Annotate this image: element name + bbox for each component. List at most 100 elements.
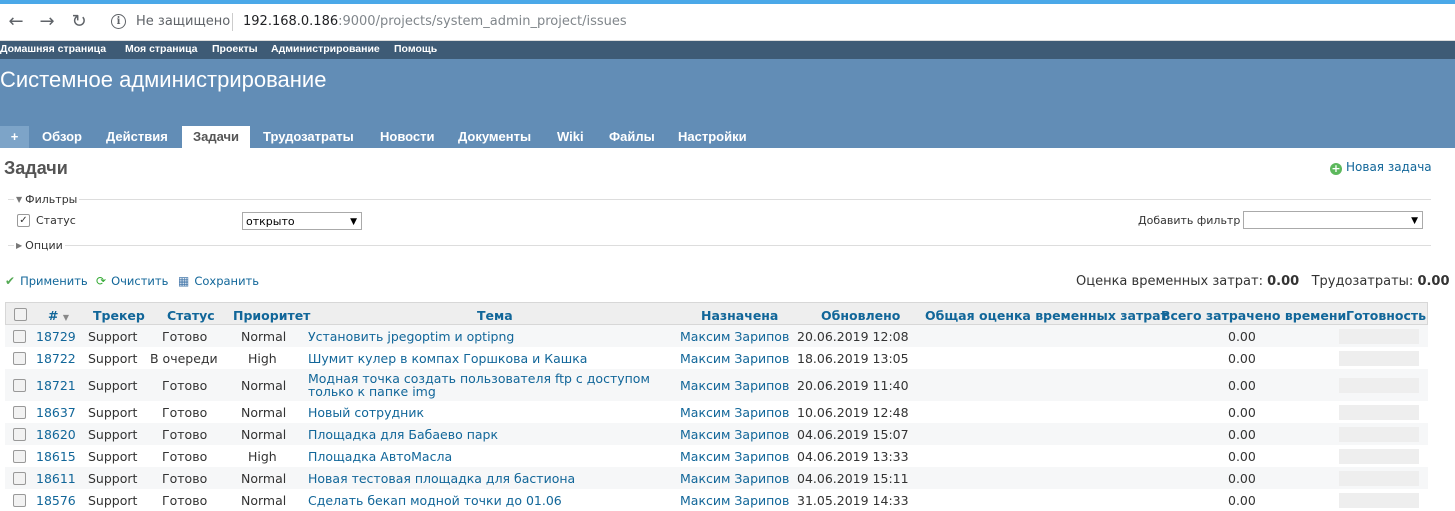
issue-assignee-link[interactable]: Максим Зарипов: [680, 351, 789, 366]
tab-files[interactable]: Файлы: [609, 126, 655, 148]
table-row[interactable]: 18721 Support Готово Normal Модная точка…: [5, 369, 1428, 401]
row-checkbox[interactable]: [13, 352, 26, 365]
tab-overview[interactable]: Обзор: [42, 126, 82, 148]
tab-documents[interactable]: Документы: [458, 126, 531, 148]
issue-assignee-link[interactable]: Максим Зарипов: [680, 405, 789, 420]
row-checkbox[interactable]: [13, 494, 26, 507]
issue-assignee-link[interactable]: Максим Зарипов: [680, 329, 789, 344]
row-checkbox[interactable]: [13, 330, 26, 343]
save-query-button[interactable]: ▦ Сохранить: [178, 274, 259, 288]
tab-news[interactable]: Новости: [380, 126, 435, 148]
options-legend[interactable]: ▶ Опции: [14, 239, 65, 252]
forward-arrow-icon[interactable]: →: [37, 12, 57, 32]
issue-spent-time: 0.00: [1228, 449, 1256, 464]
row-checkbox[interactable]: [13, 406, 26, 419]
top-menu-projects[interactable]: Проекты: [212, 43, 258, 55]
tab-issues[interactable]: Задачи: [182, 126, 250, 148]
row-checkbox[interactable]: [13, 379, 26, 392]
insecure-label[interactable]: Не защищено: [136, 14, 230, 29]
row-checkbox[interactable]: [13, 428, 26, 441]
address-bar[interactable]: 192.168.0.186:9000/projects/system_admin…: [243, 14, 627, 29]
issue-id-link[interactable]: 18620: [36, 427, 76, 442]
issue-status: Готово: [162, 449, 208, 464]
table-row[interactable]: 18637 Support Готово Normal Новый сотруд…: [5, 401, 1428, 423]
issue-status: В очереди: [150, 351, 218, 366]
top-menu-administration[interactable]: Администрирование: [271, 43, 380, 55]
dropdown-arrow-icon: ▼: [350, 217, 357, 227]
status-filter-checkbox[interactable]: ✓: [17, 214, 30, 227]
clear-button[interactable]: ⟳ Очистить: [96, 274, 168, 288]
project-header: Системное администрирование + Обзор Дейс…: [0, 59, 1455, 148]
issue-id-link[interactable]: 18637: [36, 405, 76, 420]
url-path: :9000/projects/system_admin_project/issu…: [338, 14, 627, 29]
issue-subject-link[interactable]: Площадка АвтоМасла: [308, 450, 653, 463]
row-checkbox[interactable]: [13, 472, 26, 485]
issue-id-link[interactable]: 18729: [36, 329, 76, 344]
issue-assignee-link[interactable]: Максим Зарипов: [680, 471, 789, 486]
done-ratio-progress-bar: [1339, 493, 1419, 508]
reload-icon[interactable]: ↻: [69, 12, 89, 32]
column-header-priority[interactable]: Приоритет: [233, 308, 310, 323]
issue-subject-link[interactable]: Модная точка создать пользователя ftp с …: [308, 372, 653, 398]
done-ratio-progress-bar: [1339, 405, 1419, 420]
clear-label: Очистить: [111, 274, 169, 288]
add-filter-label: Добавить фильтр: [1138, 214, 1241, 227]
add-filter-select[interactable]: ▼: [1243, 211, 1423, 229]
issue-assignee-link[interactable]: Максим Зарипов: [680, 493, 789, 508]
top-menu-my-page[interactable]: Моя страница: [125, 43, 198, 55]
issue-subject-link[interactable]: Шумит кулер в компах Горшкова и Кашка: [308, 352, 653, 365]
issue-priority: High: [248, 449, 277, 464]
issue-id-link[interactable]: 18611: [36, 471, 76, 486]
issue-priority: Normal: [241, 493, 287, 508]
estimated-hours-value: 0.00: [1267, 274, 1300, 289]
column-header-spent-time[interactable]: Всего затрачено времени: [1161, 308, 1346, 323]
row-checkbox[interactable]: [13, 450, 26, 463]
table-row[interactable]: 18722 Support В очереди High Шумит кулер…: [5, 347, 1428, 369]
tab-new-object[interactable]: +: [0, 126, 29, 148]
select-all-checkbox[interactable]: [14, 308, 27, 321]
table-row[interactable]: 18729 Support Готово Normal Установить j…: [5, 325, 1428, 347]
column-header-subject[interactable]: Тема: [477, 308, 513, 323]
top-menu-help[interactable]: Помощь: [394, 43, 437, 55]
column-header-tracker[interactable]: Трекер: [93, 308, 145, 323]
issue-id-link[interactable]: 18576: [36, 493, 76, 508]
issue-id-link[interactable]: 18722: [36, 351, 76, 366]
column-header-status[interactable]: Статус: [167, 308, 215, 323]
column-header-assignee[interactable]: Назначена: [701, 308, 778, 323]
back-arrow-icon[interactable]: ←: [6, 12, 26, 32]
status-filter-select[interactable]: открыто ▼: [242, 212, 362, 230]
issue-tracker: Support: [88, 378, 138, 393]
issue-subject-link[interactable]: Установить jpegoptim и optipng: [308, 330, 653, 343]
issue-subject-link[interactable]: Площадка для Бабаево парк: [308, 428, 653, 441]
issue-subject-link[interactable]: Новый сотрудник: [308, 406, 653, 419]
new-issue-link[interactable]: + Новая задача: [1330, 160, 1432, 175]
issue-subject-link[interactable]: Сделать бекап модной точки до 01.06: [308, 494, 653, 507]
table-row[interactable]: 18620 Support Готово Normal Площадка для…: [5, 423, 1428, 445]
issue-assignee-link[interactable]: Максим Зарипов: [680, 449, 789, 464]
issue-assignee-link[interactable]: Максим Зарипов: [680, 378, 789, 393]
options-legend-label: Опции: [25, 239, 63, 252]
issue-assignee-link[interactable]: Максим Зарипов: [680, 427, 789, 442]
issue-id-link[interactable]: 18721: [36, 378, 76, 393]
column-header-done-ratio[interactable]: Готовность: [1346, 308, 1426, 323]
issue-subject-link[interactable]: Новая тестовая площадка для бастиона: [308, 472, 653, 485]
column-header-id[interactable]: # ▼: [48, 308, 69, 323]
tab-time-entries[interactable]: Трудозатраты: [263, 126, 354, 148]
column-header-total-estimated[interactable]: Общая оценка временных затрат: [925, 308, 1168, 323]
top-menu-home[interactable]: Домашняя страница: [0, 43, 106, 55]
apply-label: Применить: [20, 274, 88, 288]
info-icon[interactable]: i: [111, 14, 126, 29]
issue-id-link[interactable]: 18615: [36, 449, 76, 464]
table-row[interactable]: 18576 Support Готово Normal Сделать бека…: [5, 489, 1428, 511]
tab-activity[interactable]: Действия: [106, 126, 168, 148]
apply-button[interactable]: ✔ Применить: [5, 274, 88, 288]
tab-settings[interactable]: Настройки: [678, 126, 747, 148]
column-header-updated[interactable]: Обновлено: [821, 308, 900, 323]
table-row[interactable]: 18615 Support Готово High Площадка АвтоМ…: [5, 445, 1428, 467]
tab-wiki[interactable]: Wiki: [557, 126, 584, 148]
filters-legend[interactable]: ▼ Фильтры: [14, 193, 80, 206]
issue-tracker: Support: [88, 405, 138, 420]
issue-spent-time: 0.00: [1228, 493, 1256, 508]
table-row[interactable]: 18611 Support Готово Normal Новая тестов…: [5, 467, 1428, 489]
issue-status: Готово: [162, 493, 208, 508]
